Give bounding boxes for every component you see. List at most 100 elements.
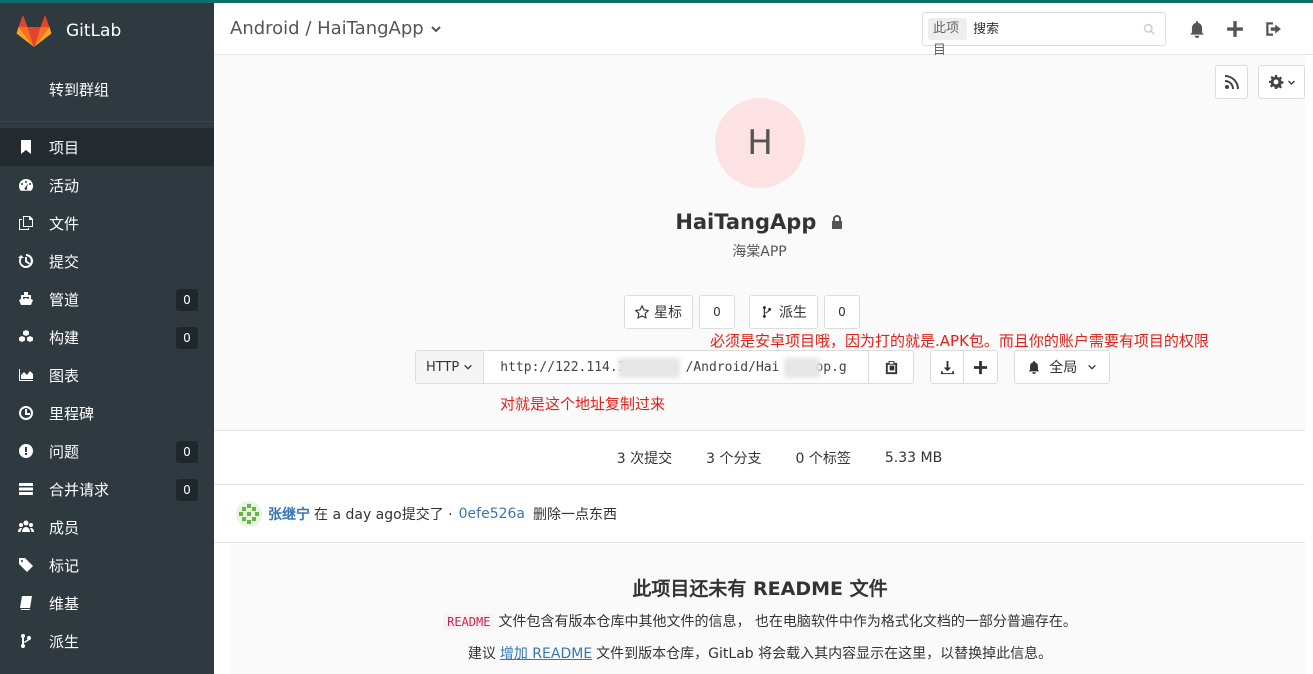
history-icon: [16, 252, 36, 270]
search-scope-badge[interactable]: 此项目: [928, 18, 968, 58]
readme-line-1-text: 文件包含有版本仓库中其他文件的信息， 也在电脑软件中作为格式化文档的一部分普遍存…: [498, 614, 1077, 630]
dashboard-icon: [16, 176, 36, 194]
chevron-down-icon: [1287, 79, 1295, 85]
clone-url-field[interactable]: http://122.114.1/Android/Hai op.g: [484, 350, 869, 384]
plus-icon: [974, 360, 988, 374]
fork-button[interactable]: 派生: [749, 295, 818, 329]
rss-button[interactable]: [1215, 65, 1248, 99]
bell-icon: [1029, 360, 1040, 374]
sidebar-item-label: 图表: [49, 366, 80, 385]
readme-line-2-suffix: 文件到版本仓库，GitLab 将会载入其内容显示在这里，以替换掉此信息。: [596, 646, 1053, 662]
clone-url-start: http://122.114.1: [500, 359, 626, 375]
url-redaction-blur: [618, 358, 681, 378]
sidebar-item-milestones[interactable]: 里程碑: [0, 394, 214, 432]
add-readme-link[interactable]: 增加 README: [500, 646, 592, 662]
search-icon: [1143, 23, 1155, 35]
code-fork-icon: [16, 632, 36, 650]
area-chart-icon: [16, 366, 36, 384]
commit-time-text: 在 a day ago提交了 ·: [314, 507, 453, 523]
code-fork-icon: [762, 306, 772, 318]
top-header: Android / HaiTangApp 此项目: [214, 0, 1313, 58]
star-label: 星标: [654, 305, 682, 321]
chevron-down-icon: [1088, 364, 1097, 370]
clone-protocol-dropdown[interactable]: HTTP: [415, 350, 485, 384]
go-to-group-link[interactable]: 转到群组: [0, 58, 214, 122]
users-icon: [16, 518, 36, 536]
issues-count-badge: 0: [176, 441, 198, 463]
readme-code: README: [443, 614, 495, 630]
breadcrumb[interactable]: Android / HaiTangApp: [230, 18, 442, 39]
notification-level-dropdown[interactable]: 全局: [1014, 350, 1111, 384]
tasks-icon: [16, 480, 36, 498]
download-add-group: [930, 350, 999, 384]
plus-icon[interactable]: [1226, 20, 1244, 38]
star-button[interactable]: 星标: [624, 295, 693, 329]
ship-icon: [16, 290, 36, 308]
fork-label: 派生: [779, 305, 807, 321]
builds-count-badge: 0: [176, 327, 198, 349]
pipelines-count-badge: 0: [176, 289, 198, 311]
breadcrumb-text: Android / HaiTangApp: [230, 18, 424, 39]
top-right-buttons: [1215, 65, 1305, 99]
sidebar-item-activity[interactable]: 活动: [0, 166, 214, 204]
book-icon: [16, 594, 36, 612]
sidebar-item-label: 提交: [49, 252, 80, 271]
sidebar-item-issues[interactable]: 问题 0: [0, 432, 214, 470]
sidebar-item-forks[interactable]: 派生: [0, 622, 214, 660]
sidebar-item-label: 标记: [49, 556, 80, 575]
sidebar-item-files[interactable]: 文件: [0, 204, 214, 242]
tags-count-link[interactable]: 0 个标签: [796, 448, 851, 468]
clock-icon: [16, 404, 36, 422]
readme-line-1: README 文件包含有版本仓库中其他文件的信息， 也在电脑软件中作为格式化文档的…: [230, 611, 1290, 631]
sidebar-item-pipelines[interactable]: 管道 0: [0, 280, 214, 318]
star-fork-row: 星标 0 派生 0: [624, 295, 860, 329]
bell-icon[interactable]: [1188, 20, 1206, 38]
brand-name: GitLab: [66, 20, 122, 41]
sidebar-item-label: 维基: [49, 594, 80, 613]
sidebar-item-label: 合并请求: [49, 480, 110, 499]
sidebar-item-label: 里程碑: [49, 404, 95, 423]
copy-url-button[interactable]: [868, 350, 915, 384]
logo-row[interactable]: GitLab: [0, 3, 214, 58]
fork-count[interactable]: 0: [824, 295, 860, 329]
chevron-down-icon: [431, 25, 441, 32]
sidebar-item-project[interactable]: 项目: [0, 128, 214, 166]
annotation-note-permissions: 必须是安卓项目哦，因为打的就是.APK包。而且你的账户需要有项目的权限: [710, 332, 1209, 350]
search-box: 此项目: [922, 12, 1166, 58]
exclamation-circle-icon: [16, 442, 36, 460]
add-button[interactable]: [964, 350, 999, 384]
project-description: 海棠APP: [732, 244, 787, 260]
sidebar-item-label: 文件: [49, 214, 80, 233]
url-redaction-blur: [784, 358, 821, 378]
commits-count-link[interactable]: 3 次提交: [617, 448, 672, 468]
rss-icon: [1224, 75, 1239, 89]
branches-count-link[interactable]: 3 个分支: [706, 448, 761, 468]
sidebar-item-label: 问题: [49, 442, 80, 461]
clone-url-mid: /Android/Hai: [685, 359, 780, 375]
commit-sha-link[interactable]: 0efe526a: [459, 506, 525, 522]
sidebar-item-merge-requests[interactable]: 合并请求 0: [0, 470, 214, 508]
sidebar-item-members[interactable]: 成员: [0, 508, 214, 546]
sidebar-item-graphs[interactable]: 图表: [0, 356, 214, 394]
sidebar-item-label: 成员: [49, 518, 80, 537]
clone-row: HTTP http://122.114.1/Android/Hai op.g 全…: [415, 350, 1111, 384]
sign-out-icon[interactable]: [1264, 20, 1282, 38]
sidebar-item-tags[interactable]: 标记: [0, 546, 214, 584]
commit-message: 删除一点东西: [533, 507, 617, 523]
star-count[interactable]: 0: [699, 295, 735, 329]
sidebar-item-builds[interactable]: 构建 0: [0, 318, 214, 356]
readme-line-2-prefix: 建议: [467, 646, 496, 662]
main-content: H HaiTangApp 海棠APP 星标 0 派生 0 必须是安卓项目哦，因为…: [214, 55, 1305, 674]
download-button[interactable]: [930, 350, 965, 384]
sidebar-item-label: 构建: [49, 328, 80, 347]
settings-dropdown-button[interactable]: [1258, 65, 1305, 99]
author-avatar[interactable]: [236, 501, 262, 527]
sidebar-item-commits[interactable]: 提交: [0, 242, 214, 280]
commit-author-link[interactable]: 张继宁: [268, 504, 310, 524]
merge-requests-count-badge: 0: [176, 479, 198, 501]
search-input[interactable]: [973, 21, 1144, 37]
readme-placeholder: 此项目还未有 README 文件 README 文件包含有版本仓库中其他文件的信息…: [230, 544, 1305, 674]
sidebar-item-label: 管道: [49, 290, 80, 309]
project-stats: 3 次提交 3 个分支 0 个标签 5.33 MB: [214, 432, 1305, 485]
sidebar-item-wiki[interactable]: 维基: [0, 584, 214, 622]
